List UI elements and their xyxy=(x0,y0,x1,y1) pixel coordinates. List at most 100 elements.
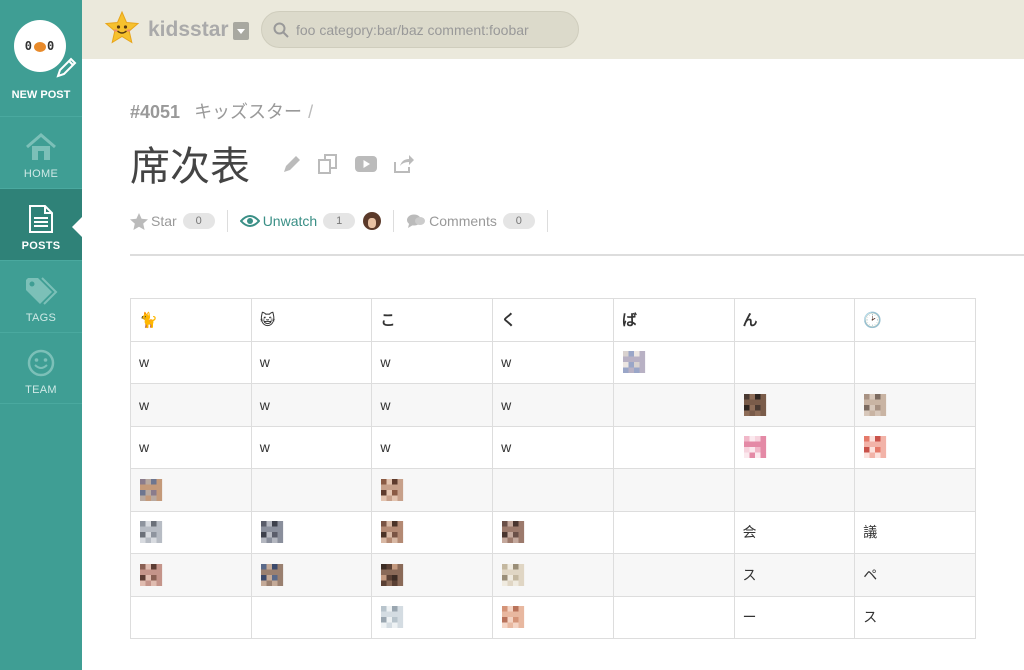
table-row: 会議 xyxy=(130,510,976,554)
table-cell xyxy=(130,510,252,554)
table-cell xyxy=(250,595,373,639)
table-cell xyxy=(733,425,856,469)
table-cell: w xyxy=(492,425,614,469)
search-input[interactable] xyxy=(296,20,566,40)
unwatch-button[interactable]: Unwatch 1 xyxy=(239,213,356,229)
table-header-cell: 🕑 xyxy=(854,298,976,342)
sidebar-item-team[interactable]: TEAM xyxy=(0,332,82,404)
member-photo xyxy=(743,393,766,416)
document-icon xyxy=(29,205,53,233)
table-cell xyxy=(371,468,494,512)
table-cell xyxy=(371,510,494,554)
member-photo xyxy=(864,436,887,459)
new-post-label: NEW POST xyxy=(11,89,71,101)
slideshow-play-icon[interactable] xyxy=(354,155,378,178)
table-cell: ス xyxy=(733,553,856,597)
table-cell: w xyxy=(371,383,494,427)
table-cell xyxy=(612,383,735,427)
table-cell xyxy=(371,595,494,639)
table-cell xyxy=(492,468,614,512)
table-cell xyxy=(130,553,252,597)
star-logo-icon[interactable] xyxy=(104,10,140,46)
table-header-cell: 🐈 xyxy=(130,298,252,342)
search-box[interactable] xyxy=(261,11,579,48)
watcher-avatar[interactable] xyxy=(363,212,382,230)
table-row: ース xyxy=(130,595,976,639)
breadcrumb-category-link[interactable]: キッズスター xyxy=(194,102,302,122)
table-cell xyxy=(612,595,735,639)
new-post-button[interactable]: 00 NEW POST xyxy=(0,0,82,116)
share-icon[interactable] xyxy=(393,154,415,179)
header-divider xyxy=(130,254,1024,256)
page-title: 席次表 xyxy=(130,145,250,189)
table-cell xyxy=(492,595,614,639)
table-row: wwww xyxy=(130,340,976,384)
team-name[interactable]: kidsstar xyxy=(148,18,229,42)
table-header-cell: ば xyxy=(612,298,735,342)
member-photo xyxy=(260,521,283,544)
member-photo xyxy=(381,521,404,544)
smiley-icon xyxy=(27,349,55,377)
member-photo xyxy=(502,521,525,544)
table-cell: w xyxy=(371,340,494,384)
seating-table: 🐈 😺 こ く ば ん 🕑 wwwwwwwwwwww会議スペース xyxy=(130,298,976,639)
search-icon xyxy=(273,22,289,38)
comments-icon xyxy=(407,214,426,228)
sidebar-item-label: TEAM xyxy=(25,384,57,396)
table-cell: w xyxy=(250,425,373,469)
table-cell xyxy=(492,553,614,597)
copy-icon[interactable] xyxy=(317,153,339,180)
member-photo xyxy=(622,351,645,374)
table-cell xyxy=(733,383,856,427)
table-cell xyxy=(612,468,735,512)
eye-icon xyxy=(239,215,260,227)
table-row xyxy=(130,468,976,512)
tags-icon xyxy=(26,277,58,305)
member-photo xyxy=(502,563,525,586)
member-photo xyxy=(140,521,163,544)
table-cell xyxy=(612,510,735,554)
table-header-cell: 😺 xyxy=(250,298,373,342)
table-cell: w xyxy=(250,340,373,384)
table-header-cell: こ xyxy=(371,298,494,342)
table-cell xyxy=(612,340,735,384)
table-cell xyxy=(854,340,976,384)
pencil-icon xyxy=(56,57,77,78)
top-bar: kidsstar xyxy=(82,0,1024,59)
table-cell: 会 xyxy=(733,510,856,554)
table-header-cell: ん xyxy=(733,298,856,342)
table-header-cell: く xyxy=(492,298,614,342)
divider xyxy=(393,210,395,232)
sidebar-item-label: TAGS xyxy=(25,312,57,324)
sidebar-item-label: HOME xyxy=(23,168,59,180)
table-cell: w xyxy=(492,383,614,427)
sidebar-item-tags[interactable]: TAGS xyxy=(0,260,82,332)
team-dropdown-button[interactable] xyxy=(233,22,249,40)
breadcrumb-separator: / xyxy=(308,102,314,122)
table-cell xyxy=(130,595,252,639)
post-actions xyxy=(282,153,415,180)
table-cell: w xyxy=(130,425,252,469)
sidebar-item-home[interactable]: HOME xyxy=(0,116,82,188)
comments-count: 0 xyxy=(502,213,535,229)
table-cell xyxy=(250,510,373,554)
table-cell xyxy=(250,468,373,512)
table-cell xyxy=(733,468,856,512)
table-row: wwww xyxy=(130,425,976,469)
comments-button[interactable]: Comments 0 xyxy=(406,213,535,229)
edit-pencil-icon[interactable] xyxy=(282,154,302,179)
divider xyxy=(226,210,228,232)
sidebar-item-posts[interactable]: POSTS xyxy=(0,188,82,260)
member-photo xyxy=(502,606,525,629)
table-cell xyxy=(612,553,735,597)
home-icon xyxy=(26,133,56,160)
star-icon xyxy=(130,212,148,230)
member-photo xyxy=(743,436,766,459)
member-photo xyxy=(260,563,283,586)
post-number: #4051 xyxy=(130,102,181,122)
member-photo xyxy=(381,606,404,629)
star-label: Star xyxy=(151,213,177,229)
table-cell xyxy=(733,340,856,384)
table-cell xyxy=(492,510,614,554)
star-button[interactable]: Star 0 xyxy=(130,212,215,230)
